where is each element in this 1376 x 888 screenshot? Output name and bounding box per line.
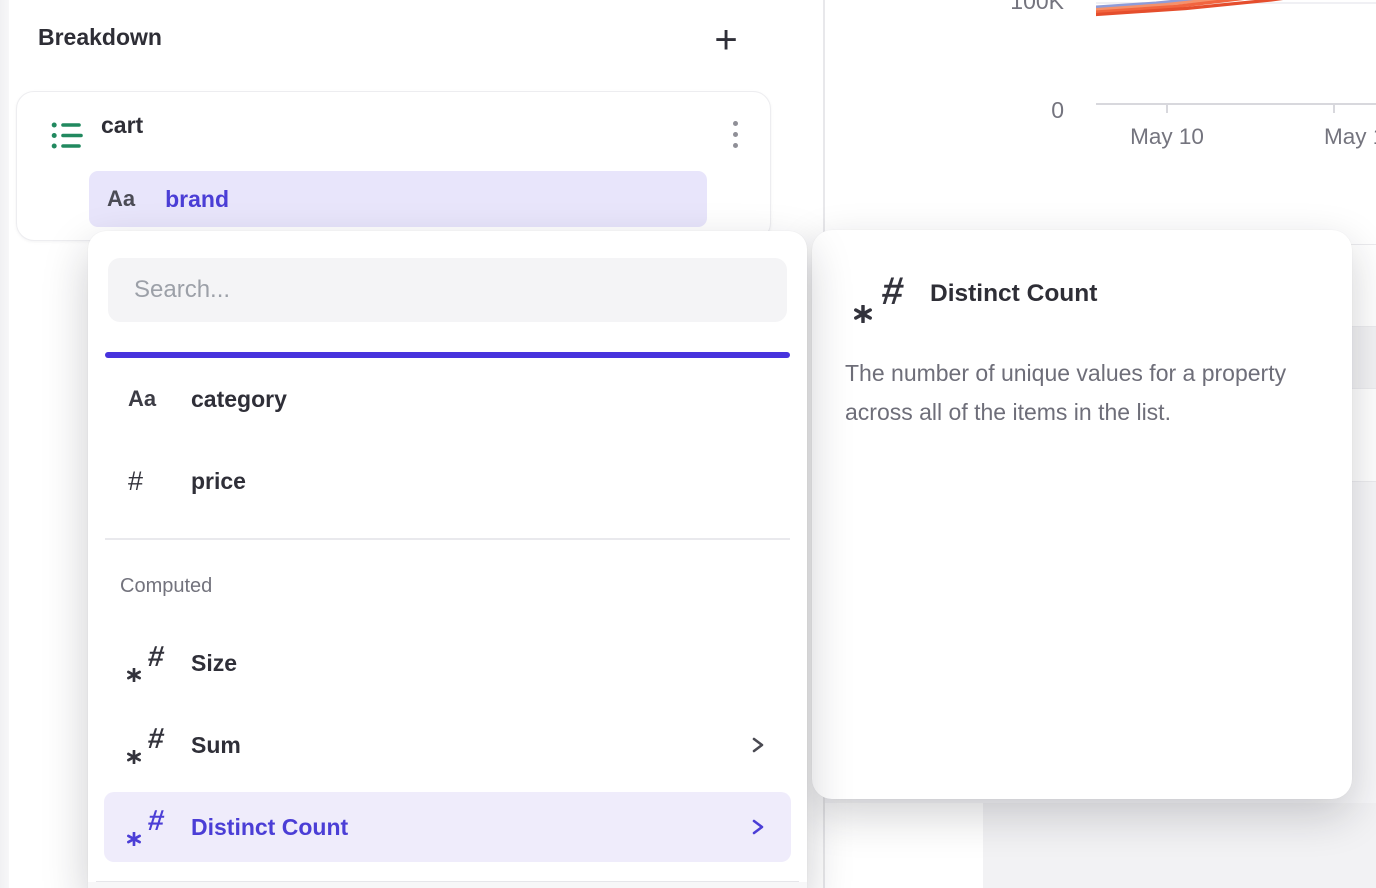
property-info-popover: # Distinct Count The number of unique va… — [812, 230, 1352, 799]
x-axis-label-may1: May 1 — [1324, 124, 1376, 150]
dropdown-divider — [105, 538, 790, 540]
chevron-right-icon — [751, 735, 765, 755]
computed-number-icon: # — [128, 725, 164, 765]
list-name: cart — [101, 112, 143, 139]
selected-property-chip[interactable]: Aa brand — [89, 171, 707, 227]
property-option-price[interactable]: # price — [104, 446, 791, 516]
number-type-icon: # — [128, 466, 143, 497]
property-option-category[interactable]: Aa category — [104, 364, 791, 434]
breakdown-card: cart Aa brand — [16, 91, 771, 241]
computed-option-distinct-count[interactable]: # Distinct Count — [104, 792, 791, 862]
distinct-count-icon: # — [856, 272, 904, 324]
x-axis-tick — [1166, 105, 1168, 113]
computed-section-header: Computed — [120, 575, 212, 598]
property-dropdown: Aa category # price Computed # Size # Su… — [88, 231, 807, 888]
selected-property-label: brand — [165, 186, 229, 213]
popover-description: The number of unique values for a proper… — [845, 354, 1323, 432]
x-axis-label-may10: May 10 — [1117, 124, 1217, 150]
text-type-icon: Aa — [107, 186, 135, 212]
y-axis-tick-0: 0 — [1010, 97, 1064, 124]
more-options-icon[interactable] — [723, 110, 747, 158]
popover-title: Distinct Count — [930, 280, 1097, 308]
text-type-icon: Aa — [128, 386, 156, 412]
table-cell-fragment — [983, 803, 1376, 888]
computed-option-sum[interactable]: # Sum — [104, 710, 791, 780]
list-icon — [51, 121, 83, 151]
dropdown-footer — [88, 882, 807, 888]
computed-number-icon: # — [128, 643, 164, 683]
search-input[interactable] — [108, 258, 787, 322]
chevron-right-icon — [751, 817, 765, 837]
computed-number-icon: # — [128, 807, 164, 847]
screen: Breakdown + cart Aa brand 100K 0 May 10 — [0, 0, 1376, 888]
active-tab-indicator — [105, 352, 790, 358]
breakdown-section-title: Breakdown — [38, 24, 162, 51]
add-breakdown-button[interactable]: + — [700, 14, 752, 66]
computed-option-size[interactable]: # Size — [104, 628, 791, 698]
line-chart-series — [1096, 0, 1376, 50]
y-axis-tick-100k: 100K — [980, 0, 1064, 15]
page-left-edge — [0, 0, 9, 888]
x-axis-tick — [1333, 105, 1335, 113]
